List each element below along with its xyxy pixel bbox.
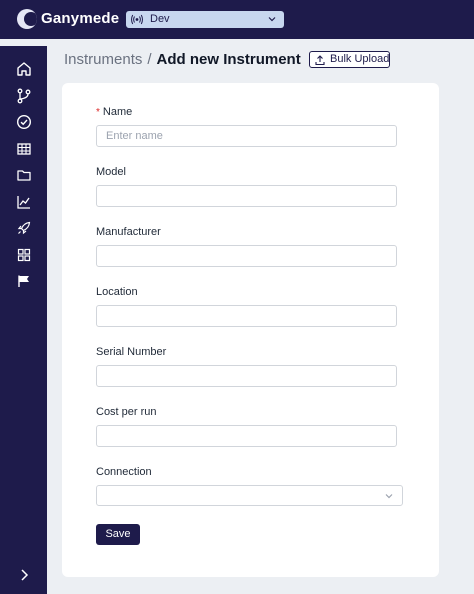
sidebar-item-tasks[interactable] — [15, 113, 33, 131]
sidebar — [0, 46, 47, 594]
save-button[interactable]: Save — [96, 524, 140, 545]
model-field[interactable] — [96, 185, 397, 207]
signal-icon — [131, 14, 143, 25]
name-field[interactable] — [96, 125, 397, 147]
sidebar-item-apps[interactable] — [15, 246, 33, 264]
sidebar-item-home[interactable] — [15, 60, 33, 78]
sidebar-item-dashboards[interactable] — [15, 193, 33, 211]
cost-per-run-label: Cost per run — [96, 406, 157, 418]
sidebar-item-launch[interactable] — [15, 219, 33, 237]
serial-number-label: Serial Number — [96, 346, 167, 358]
bulk-upload-button[interactable]: Bulk Upload — [309, 51, 390, 68]
breadcrumb: Instruments / Add new Instrument — [64, 51, 301, 68]
manufacturer-field[interactable] — [96, 245, 397, 267]
ganymede-logo-icon — [17, 9, 37, 29]
check-circle-icon — [16, 114, 32, 130]
chevron-down-icon — [385, 494, 393, 499]
breadcrumb-instruments-link[interactable]: Instruments — [64, 51, 142, 68]
chevron-right-icon — [21, 569, 29, 581]
connection-label: Connection — [96, 466, 152, 478]
environment-select[interactable]: Dev — [126, 11, 284, 28]
flag-icon — [18, 275, 29, 287]
bulk-upload-label: Bulk Upload — [330, 53, 390, 65]
chevron-down-icon — [268, 17, 276, 22]
serial-number-field[interactable] — [96, 365, 397, 387]
sidebar-item-flags[interactable] — [15, 272, 33, 290]
top-bar: Ganymede Dev — [0, 0, 474, 39]
sidebar-item-files[interactable] — [15, 166, 33, 184]
rocket-icon — [17, 221, 31, 235]
location-label: Location — [96, 286, 138, 298]
breadcrumb-separator: / — [147, 51, 152, 68]
connection-select[interactable] — [96, 485, 403, 506]
manufacturer-label: Manufacturer — [96, 226, 161, 238]
folder-icon — [17, 170, 31, 181]
sidebar-item-tables[interactable] — [15, 140, 33, 158]
git-branch-icon — [17, 88, 31, 104]
chart-icon — [17, 196, 30, 209]
upload-icon — [315, 55, 325, 66]
required-marker: * — [96, 107, 100, 118]
sidebar-expand-button[interactable] — [15, 566, 33, 584]
location-field[interactable] — [96, 305, 397, 327]
grid-icon — [17, 248, 31, 262]
table-icon — [17, 143, 31, 155]
cost-per-run-field[interactable] — [96, 425, 397, 447]
home-icon — [17, 62, 31, 76]
page-title: Add new Instrument — [156, 51, 301, 68]
name-label: * Name — [96, 106, 133, 118]
sidebar-item-pipelines[interactable] — [15, 87, 33, 105]
model-label: Model — [96, 166, 126, 178]
environment-label: Dev — [150, 13, 170, 25]
brand-name: Ganymede — [41, 10, 120, 27]
